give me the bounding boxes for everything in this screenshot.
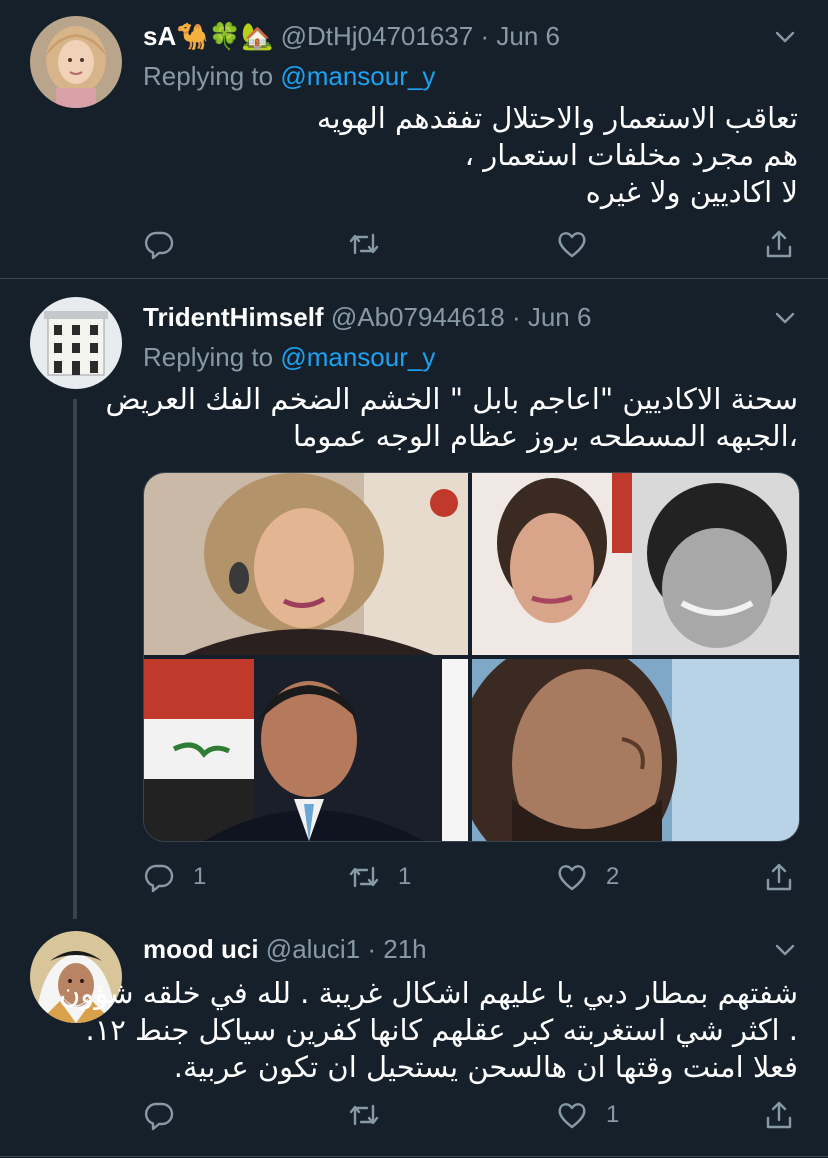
media-photo[interactable]: [144, 659, 468, 841]
media-grid: [143, 472, 800, 842]
tweet-text-line: سحنة الاكاديين "اعاجم بابل " الخشم الضخم…: [105, 382, 799, 416]
share-button[interactable]: [763, 859, 795, 895]
tweet-text-line: تعاقب الاستعمار والاحتلال تفقدهم الهويه: [316, 101, 798, 135]
retweet-icon: [349, 866, 379, 888]
reply-button[interactable]: [143, 1097, 193, 1133]
retweet-button[interactable]: [348, 226, 398, 262]
media-photo[interactable]: [472, 473, 799, 655]
tweet-text-line: لا اكاديين ولا غيره: [585, 175, 798, 209]
reply-button[interactable]: [143, 226, 193, 262]
replying-label: Replying to: [143, 342, 281, 372]
mention-link[interactable]: @mansour_y: [280, 342, 435, 372]
avatar-image: [30, 16, 122, 108]
reply-icon: [144, 231, 174, 260]
tweet-header: sA🐪🍀🏡 @DtHj04701637 · Jun 6: [143, 20, 560, 52]
replying-to: Replying to @mansour_y: [143, 60, 435, 92]
reply-icon: [144, 864, 174, 893]
photo-woman-curly-hair: [144, 473, 468, 655]
share-icon: [766, 230, 792, 258]
reply-button[interactable]: 1: [143, 859, 206, 895]
tweet-text-line: . اكثر شي استغربته كبر عقلهم كانها كفرين…: [85, 1013, 798, 1047]
replying-label: Replying to: [143, 61, 281, 91]
tweet-text-line: ،الجبهه المسطحه بروز عظام الوجه عموما: [292, 419, 798, 453]
tweet-text-line: فعلا امنت وقتها ان هالسحن يستحيل ان تكون…: [173, 1050, 798, 1084]
like-button[interactable]: [556, 226, 606, 262]
tweet-header: mood uci @aluci1 · 21h: [143, 933, 427, 965]
like-button[interactable]: 1: [556, 1097, 619, 1133]
avatar[interactable]: [30, 16, 122, 108]
tweet-text-line: هم مجرد مخلفات استعمار ،: [464, 138, 798, 172]
retweet-button[interactable]: [348, 1097, 398, 1133]
reply-icon: [144, 1102, 174, 1131]
share-button[interactable]: [763, 1097, 795, 1133]
like-button[interactable]: 2: [556, 859, 619, 895]
user-handle[interactable]: @DtHj04701637: [281, 21, 474, 51]
tweet-text-line: شفتهم بمطار دبي يا عليهم اشكال غريبة . ل…: [58, 976, 798, 1010]
retweet-icon: [349, 233, 379, 255]
tweet-actions: 1 1 2: [143, 859, 803, 895]
tweet-divider: [0, 1156, 828, 1157]
heart-icon: [558, 865, 586, 891]
share-icon: [766, 863, 792, 891]
media-photo[interactable]: [144, 473, 468, 655]
like-count: 2: [606, 863, 620, 890]
tweet-3[interactable]: mood uci @aluci1 · 21h شفتهم بمطار دبي ي…: [0, 911, 828, 1156]
tweet-1[interactable]: sA🐪🍀🏡 @DtHj04701637 · Jun 6 Replying to …: [0, 0, 828, 278]
chevron-down-icon[interactable]: [774, 307, 796, 329]
avatar-image: [30, 297, 122, 389]
media-photo[interactable]: [472, 659, 799, 841]
display-name[interactable]: TridentHimself: [143, 302, 324, 332]
tweet-text: شفتهم بمطار دبي يا عليهم اشكال غريبة . ل…: [58, 975, 798, 1086]
tweet-actions: [143, 226, 803, 262]
separator-dot: ·: [367, 934, 377, 964]
retweet-icon: [349, 1104, 379, 1126]
separator-dot: ·: [511, 302, 521, 332]
display-name[interactable]: mood uci: [143, 934, 259, 964]
tweet-text: سحنة الاكاديين "اعاجم بابل " الخشم الضخم…: [105, 381, 799, 455]
share-icon: [766, 1101, 792, 1129]
tweet-actions: 1: [143, 1097, 803, 1133]
replying-to: Replying to @mansour_y: [143, 341, 435, 373]
reply-count: 1: [193, 863, 207, 890]
separator-dot: ·: [480, 21, 490, 51]
mention-link[interactable]: @mansour_y: [280, 61, 435, 91]
heart-icon: [558, 232, 586, 258]
user-handle[interactable]: @Ab07944618: [331, 302, 505, 332]
photo-man-with-flag: [144, 659, 468, 841]
chevron-down-icon[interactable]: [774, 939, 796, 961]
timestamp[interactable]: 21h: [383, 934, 426, 964]
retweet-button[interactable]: 1: [348, 859, 411, 895]
timestamp[interactable]: Jun 6: [528, 302, 592, 332]
tweet-text: تعاقب الاستعمار والاحتلال تفقدهم الهويه …: [143, 100, 798, 211]
retweet-count: 1: [398, 863, 412, 890]
share-button[interactable]: [763, 226, 795, 262]
tweet-header: TridentHimself @Ab07944618 · Jun 6: [143, 301, 591, 333]
display-name[interactable]: sA🐪🍀🏡: [143, 21, 273, 51]
avatar[interactable]: [30, 297, 122, 389]
chevron-down-icon[interactable]: [774, 26, 796, 48]
like-count: 1: [606, 1101, 620, 1128]
timestamp[interactable]: Jun 6: [496, 21, 560, 51]
photo-two-women: [472, 473, 799, 655]
user-handle[interactable]: @aluci1: [266, 934, 360, 964]
photo-bearded-man: [472, 659, 799, 841]
heart-icon: [558, 1103, 586, 1129]
thread-line: [73, 399, 77, 919]
